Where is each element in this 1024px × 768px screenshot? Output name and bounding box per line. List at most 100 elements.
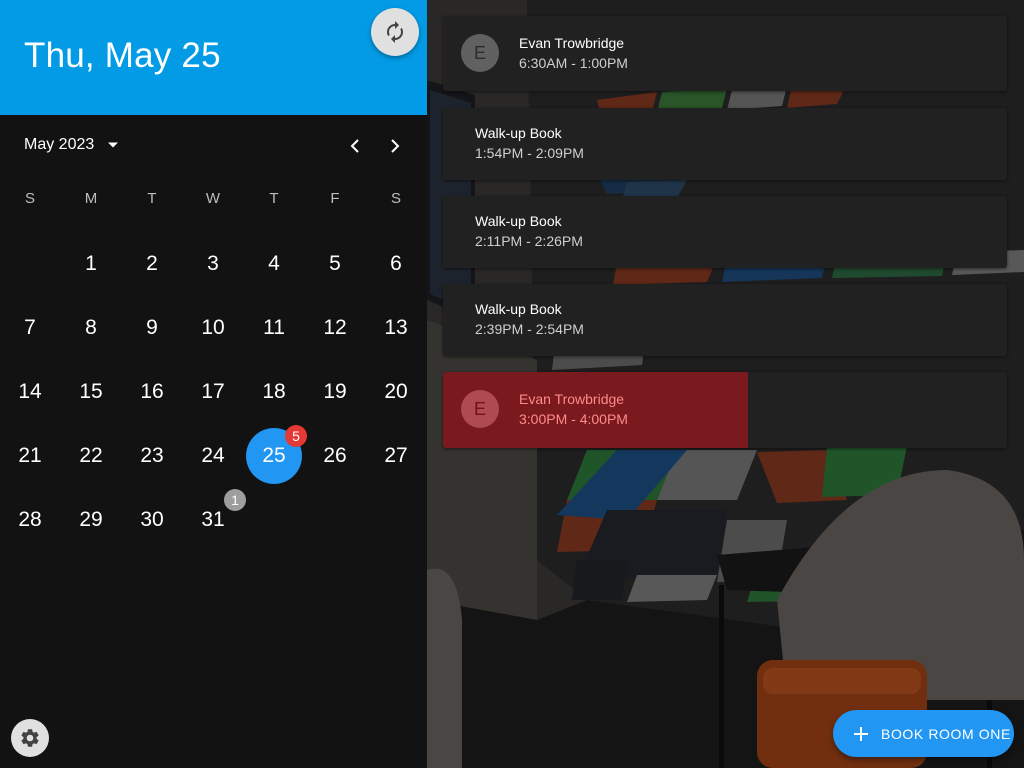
month-label: May 2023 [24,136,95,153]
refresh-button[interactable] [371,8,419,56]
event-card[interactable]: Walk-up Book 1:54PM - 2:09PM [443,108,1007,180]
day-number: 30 [140,508,164,531]
event-card[interactable]: Walk-up Book 2:11PM - 2:26PM [443,196,1007,268]
avatar: E [461,34,499,72]
gear-icon [21,729,39,747]
day-number: 17 [201,380,225,403]
calendar-day[interactable]: 8 [63,300,119,356]
refresh-icon [387,21,403,43]
calendar-day[interactable]: 14 [2,364,58,420]
event-card-active[interactable]: E Evan Trowbridge 3:00PM - 4:00PM [443,372,1007,448]
calendar-day[interactable]: 3 [185,236,241,292]
day-number: 1 [85,252,97,275]
calendar-day[interactable]: 19 [307,364,363,420]
calendar-day[interactable]: 15 [63,364,119,420]
event-card[interactable]: E Evan Trowbridge 6:30AM - 1:00PM [443,16,1007,91]
calendar-day[interactable]: 6 [368,236,424,292]
event-count-badge: 5 [285,425,307,447]
caret-down-icon[interactable] [104,136,122,154]
event-time: 1:54PM - 2:09PM [475,145,584,161]
day-number: 12 [323,316,347,339]
weekday-label: M [84,190,98,207]
calendar-day[interactable]: 30 [124,492,180,548]
calendar-day[interactable]: 16 [124,364,180,420]
calendar-day[interactable]: 9 [124,300,180,356]
prev-month-button[interactable] [341,132,369,160]
calendar-day[interactable]: 26 [307,428,363,484]
weekday-label: T [147,190,157,207]
day-number: 27 [384,444,408,467]
event-title: Walk-up Book [475,125,562,141]
day-number: 16 [140,380,164,403]
calendar-day[interactable]: 22 [63,428,119,484]
chevron-right-icon [391,139,400,153]
calendar-day[interactable]: 12 [307,300,363,356]
day-number: 20 [384,380,408,403]
month-selector[interactable]: May 2023 [24,136,122,154]
weekday-label: S [390,190,401,207]
event-time: 3:00PM - 4:00PM [519,411,628,427]
calendar-day[interactable]: 7 [2,300,58,356]
date-picker-panel: Thu, May 25 May 2023 SMTWTFS 1 2 3 4 5 6 7 8 9 10… [0,0,427,768]
day-number: 15 [79,380,103,403]
weekday-label: F [330,190,340,207]
calendar-day[interactable]: 5 [307,236,363,292]
day-number: 4 [268,252,280,275]
event-title: Walk-up Book [475,301,562,317]
calendar-day[interactable]: 23 [124,428,180,484]
calendar-day[interactable]: 21 [2,428,58,484]
event-title: Evan Trowbridge [519,391,625,407]
chevron-left-icon [350,139,359,153]
event-count-badge: 1 [224,489,246,511]
event-time: 2:11PM - 2:26PM [475,233,583,249]
event-time: 2:39PM - 2:54PM [475,321,584,337]
calendar-day[interactable]: 20 [368,364,424,420]
calendar-day[interactable]: 28 [2,492,58,548]
event-title: Evan Trowbridge [519,35,625,51]
date-header: Thu, May 25 [0,0,427,115]
book-room-button[interactable]: BOOK ROOM ONE [833,710,1014,757]
day-number: 21 [18,444,42,467]
calendar-day[interactable]: 1 [63,236,119,292]
day-number: 13 [384,316,408,339]
event-time: 6:30AM - 1:00PM [519,55,628,71]
calendar-day[interactable]: 17 [185,364,241,420]
calendar-day[interactable]: 29 [63,492,119,548]
day-number: 14 [18,380,42,403]
day-number: 29 [79,508,103,531]
schedule-panel: E Evan Trowbridge 6:30AM - 1:00PM Walk-up B… [427,0,1024,768]
day-number: 7 [24,316,36,339]
selected-date-title: Thu, May 25 [24,36,221,75]
day-number: 23 [140,444,164,467]
day-number: 3 [207,252,219,275]
calendar-day[interactable]: 27 [368,428,424,484]
day-number: 24 [201,444,225,467]
weekday-label: T [269,190,279,207]
day-number: 31 [201,508,225,531]
plus-icon [854,726,868,741]
weekday-label: S [24,190,35,207]
day-number: 11 [263,316,285,339]
day-number: 28 [18,508,42,531]
day-number: 26 [323,444,347,467]
day-number: 8 [85,316,97,339]
settings-button[interactable] [11,719,49,757]
avatar: E [461,390,499,428]
calendar-day[interactable]: 13 [368,300,424,356]
calendar-day[interactable]: 10 [185,300,241,356]
next-month-button[interactable] [381,132,409,160]
calendar-day[interactable]: 4 [246,236,302,292]
day-number: 2 [146,252,158,275]
calendar-day[interactable]: 24 [185,428,241,484]
day-number: 22 [79,444,103,467]
day-number: 5 [329,252,341,275]
day-number: 10 [201,316,225,339]
day-number: 19 [323,380,347,403]
day-number: 6 [390,252,402,275]
event-title: Walk-up Book [475,213,562,229]
calendar-day[interactable]: 18 [246,364,302,420]
calendar-day[interactable]: 11 [246,300,302,356]
day-number: 18 [262,380,286,403]
event-card[interactable]: Walk-up Book 2:39PM - 2:54PM [443,284,1007,356]
calendar-day[interactable]: 2 [124,236,180,292]
